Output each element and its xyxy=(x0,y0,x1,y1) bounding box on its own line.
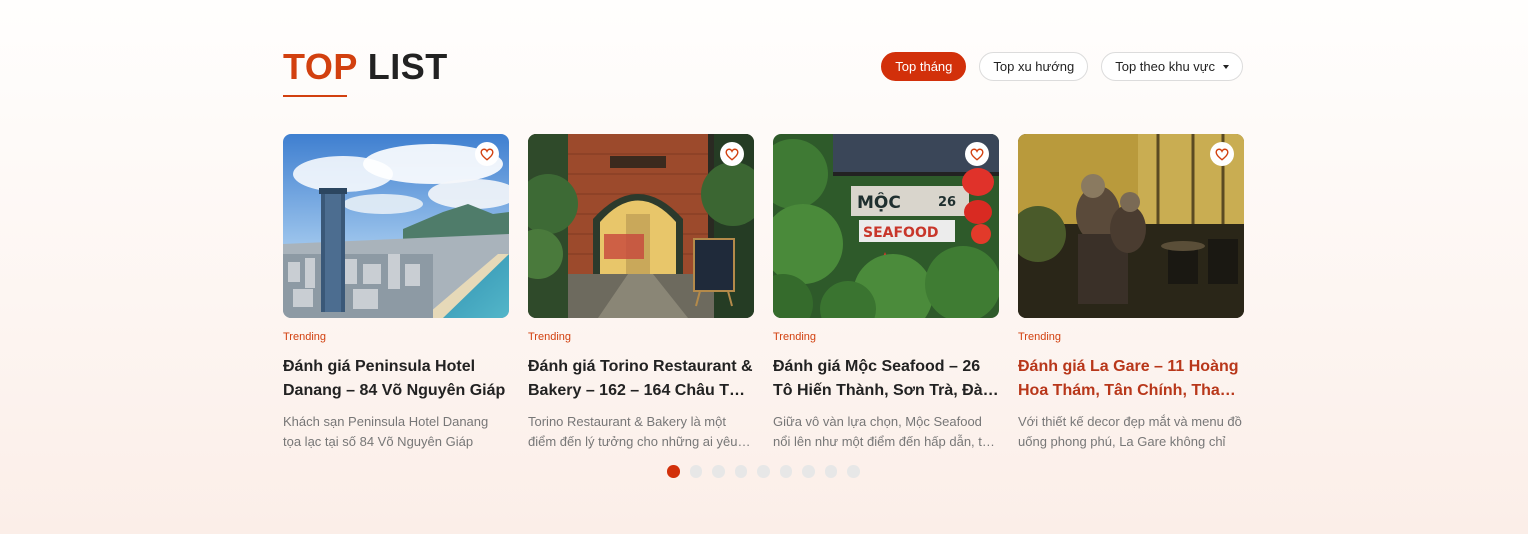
favorite-button[interactable] xyxy=(720,142,744,166)
card-image xyxy=(1018,134,1244,318)
card-title[interactable]: Đánh giá Peninsula Hotel Danang – 84 Võ … xyxy=(283,355,509,403)
heart-icon xyxy=(970,148,984,161)
card-tag: Trending xyxy=(528,331,572,343)
heart-icon xyxy=(1215,148,1229,161)
pagination-dot[interactable] xyxy=(802,465,815,478)
filter-label: Top theo khu vực xyxy=(1115,59,1215,74)
pagination-dot[interactable] xyxy=(689,465,702,478)
list-card[interactable]: Trending Đánh giá La Gare – 11 Hoàng Hoa… xyxy=(1018,134,1244,452)
seafood-storefront-photo: MỘC 26 SEAFOOD xyxy=(773,134,999,318)
card-carousel: Trending Đánh giá Peninsula Hotel Danang… xyxy=(283,134,1244,452)
restaurant-entrance-photo xyxy=(528,134,754,318)
card-description: Torino Restaurant & Bakery là một điểm đ… xyxy=(528,414,738,449)
card-tag: Trending xyxy=(283,331,327,343)
list-card[interactable]: MỘC 26 SEAFOOD Trending Đánh giá Mộc Sea… xyxy=(773,134,999,452)
card-description: Giữa vô vàn lựa chọn, Mộc Seafood nổi lê… xyxy=(773,414,997,449)
pagination-dot[interactable] xyxy=(847,465,860,478)
sign-number-text: 26 xyxy=(938,195,956,210)
title-accent: TOP xyxy=(283,46,358,87)
card-image xyxy=(283,134,509,318)
title-underline xyxy=(283,95,347,97)
favorite-button[interactable] xyxy=(965,142,989,166)
heart-icon xyxy=(725,148,739,161)
title-rest: LIST xyxy=(357,46,448,87)
caret-down-icon xyxy=(1223,64,1229,69)
card-image xyxy=(528,134,754,318)
card-description: Với thiết kế decor đẹp mắt và menu đồ uố… xyxy=(1018,414,1242,449)
sign-seafood-text: SEAFOOD xyxy=(863,225,938,241)
list-card[interactable]: Trending Đánh giá Peninsula Hotel Danang… xyxy=(283,134,509,452)
pagination-dot[interactable] xyxy=(779,465,792,478)
list-card[interactable]: Trending Đánh giá Torino Restaurant & Ba… xyxy=(528,134,754,452)
card-image: MỘC 26 SEAFOOD xyxy=(773,134,999,318)
pagination-dot[interactable] xyxy=(757,465,770,478)
filter-top-trending[interactable]: Top xu hướng xyxy=(979,52,1089,81)
sign-brand-text: MỘC xyxy=(857,191,901,213)
card-title[interactable]: Đánh giá La Gare – 11 Hoàng Hoa Thám, Tâ… xyxy=(1018,355,1244,403)
heart-icon xyxy=(480,148,494,161)
top-list-section: TOP LIST Top tháng Top xu hướng Top theo… xyxy=(283,0,1244,534)
card-title[interactable]: Đánh giá Mộc Seafood – 26 Tô Hiến Thành,… xyxy=(773,355,999,403)
pagination-dot[interactable] xyxy=(667,465,680,478)
pagination-dot[interactable] xyxy=(734,465,747,478)
pagination-dot[interactable] xyxy=(824,465,837,478)
card-tag: Trending xyxy=(1018,331,1062,343)
filter-tabs: Top tháng Top xu hướng Top theo khu vực xyxy=(881,52,1243,81)
pagination-dot[interactable] xyxy=(712,465,725,478)
card-description: Khách sạn Peninsula Hotel Danang tọa lạc… xyxy=(283,414,489,449)
favorite-button[interactable] xyxy=(1210,142,1234,166)
filter-label: Top tháng xyxy=(895,59,953,74)
favorite-button[interactable] xyxy=(475,142,499,166)
section-title: TOP LIST xyxy=(283,47,448,87)
filter-top-by-region-dropdown[interactable]: Top theo khu vực xyxy=(1101,52,1243,81)
card-title[interactable]: Đánh giá Torino Restaurant & Bakery – 16… xyxy=(528,355,754,403)
card-tag: Trending xyxy=(773,331,817,343)
hotel-skyline-photo xyxy=(283,134,509,318)
cafe-interior-photo xyxy=(1018,134,1244,318)
filter-label: Top xu hướng xyxy=(993,59,1075,74)
filter-top-month[interactable]: Top tháng xyxy=(881,52,967,81)
carousel-pagination xyxy=(667,465,860,478)
